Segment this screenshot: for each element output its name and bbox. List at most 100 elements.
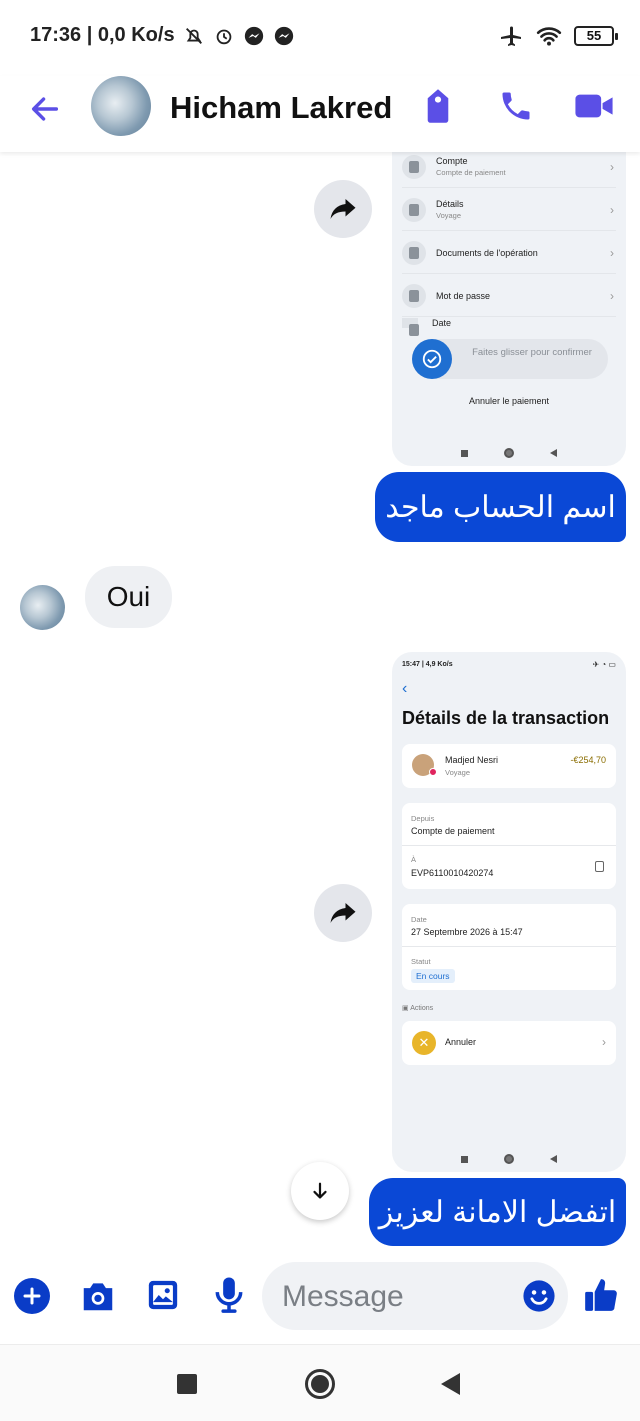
status-bar: 17:36 | 0,0 Ko/s 55 xyxy=(0,0,640,76)
gallery-icon[interactable] xyxy=(146,1278,180,1312)
shared-image-payment-confirm[interactable]: Compte Compte de paiement › Détails Voyage… xyxy=(392,120,626,466)
settings-list: Compte Compte de paiement › Détails Voyage… xyxy=(402,134,616,336)
copy-icon xyxy=(595,861,604,872)
square-icon xyxy=(461,449,468,457)
share-arrow-icon xyxy=(330,903,356,923)
square-icon xyxy=(461,1155,468,1163)
home-circle-icon xyxy=(504,448,514,458)
details-icon xyxy=(402,197,426,222)
chevron-right-icon: › xyxy=(610,203,614,217)
alarm-icon xyxy=(216,29,231,44)
system-navigation-bar xyxy=(0,1344,640,1421)
document-icon xyxy=(402,240,426,265)
composer-bar: Message xyxy=(0,1250,640,1344)
slide-text: Faites glisser pour confirmer xyxy=(472,347,592,358)
shared-image-transaction[interactable]: 15:47 | 4,9 Ko/s ✈ ◔ ▭ ‹ Détails de la t… xyxy=(392,652,626,1172)
row-title: Mot de passe xyxy=(436,290,491,301)
transaction-title: Détails de la transaction xyxy=(402,708,610,728)
mini-nav xyxy=(392,448,626,458)
chevron-right-icon: › xyxy=(610,246,614,260)
back-triangle-icon[interactable] xyxy=(441,1373,460,1395)
video-call-icon[interactable] xyxy=(574,90,614,122)
back-triangle-icon xyxy=(550,449,557,457)
chevron-right-icon: › xyxy=(610,160,614,174)
plus-button[interactable] xyxy=(14,1278,50,1314)
cancel-payment-link: Annuler le paiement xyxy=(468,396,550,406)
lock-icon xyxy=(402,283,426,308)
airplane-icon xyxy=(501,26,521,46)
accounts-card: Depuis Compte de paiement À EVP611001042… xyxy=(402,803,616,889)
scroll-down-button[interactable] xyxy=(291,1162,349,1220)
message-placeholder: Message xyxy=(282,1280,404,1313)
mini-nav xyxy=(392,1154,626,1164)
microphone-icon[interactable] xyxy=(214,1276,244,1314)
divider xyxy=(402,845,616,846)
row-title: Documents de l'opération xyxy=(436,247,538,258)
list-item: Compte Compte de paiement › xyxy=(402,146,616,188)
mini-status-icons: ✈ ◔ ▭ xyxy=(592,660,616,669)
back-arrow-icon[interactable] xyxy=(28,92,62,126)
badge-dot xyxy=(429,768,437,776)
transaction-amount: -€254,70 xyxy=(570,755,606,765)
from-value: Compte de paiement xyxy=(411,826,495,836)
camera-icon[interactable] xyxy=(79,1278,117,1314)
actions-label-text: Actions xyxy=(410,1005,434,1012)
row-subtitle: Voyage xyxy=(436,211,462,220)
row-title: Détails xyxy=(436,199,464,209)
thumbs-up-icon[interactable] xyxy=(582,1276,620,1314)
contact-name[interactable]: Hicham Lakred xyxy=(170,90,392,126)
sender-avatar[interactable] xyxy=(20,585,65,630)
chevron-right-icon: › xyxy=(602,1035,606,1049)
divider xyxy=(402,946,616,947)
home-dot xyxy=(311,1375,329,1393)
mute-bell-icon xyxy=(185,27,202,44)
recipient-sub: Voyage xyxy=(445,768,471,777)
row-title: Compte xyxy=(436,156,468,166)
forward-button[interactable] xyxy=(314,180,372,238)
share-arrow-icon xyxy=(330,199,356,219)
check-circle-icon xyxy=(412,339,452,379)
to-label: À xyxy=(411,855,417,864)
battery-indicator: 55 xyxy=(574,26,618,46)
slide-to-confirm: Faites glisser pour confirmer xyxy=(412,339,608,379)
list-item: Mot de passe › xyxy=(402,275,616,317)
arrow-down-icon xyxy=(313,1182,327,1199)
date-label: Date xyxy=(411,915,427,924)
message-input[interactable]: Message xyxy=(262,1262,568,1330)
status-time: 17:36 | 0,0 Ko/s xyxy=(30,24,175,46)
status-right: 55 xyxy=(498,24,618,48)
cancel-label: Annuler xyxy=(445,1037,477,1047)
actions-label: ▣ Actions xyxy=(402,1005,434,1012)
recents-square-icon[interactable] xyxy=(177,1374,197,1394)
date-status-card: Date 27 Septembre 2026 à 15:47 Statut En… xyxy=(402,904,616,990)
recipient-name: Madjed Nesri xyxy=(445,755,499,765)
status-label: Statut xyxy=(411,957,431,966)
list-item: Date xyxy=(402,318,616,336)
status-badge: En cours xyxy=(411,969,455,983)
back-chevron-icon: ‹ xyxy=(402,680,408,697)
outgoing-message-2[interactable]: اتفضل الامانة لعزيز xyxy=(369,1178,626,1246)
recipient-card: Madjed Nesri Voyage -€254,70 xyxy=(402,744,616,788)
contact-avatar[interactable] xyxy=(91,76,151,136)
bank-icon xyxy=(402,154,426,179)
back-triangle-icon xyxy=(550,1155,557,1163)
row-title: Date xyxy=(432,318,452,328)
chat-header: Hicham Lakred xyxy=(0,76,640,152)
home-circle-icon[interactable] xyxy=(305,1369,335,1399)
close-circle-icon: ✕ xyxy=(412,1031,436,1055)
plus-icon xyxy=(23,1287,41,1305)
calendar-icon xyxy=(402,318,419,336)
from-label: Depuis xyxy=(411,814,435,823)
emoji-icon[interactable] xyxy=(522,1279,556,1313)
phone-call-icon[interactable] xyxy=(498,88,534,124)
tag-icon[interactable] xyxy=(422,88,454,124)
status-left: 17:36 | 0,0 Ko/s xyxy=(30,24,295,47)
messenger-icon-2 xyxy=(274,26,293,45)
mini-status: 15:47 | 4,9 Ko/s xyxy=(402,661,453,668)
outgoing-message[interactable]: اسم الحساب ماجد xyxy=(375,472,626,542)
cancel-action-card: ✕ Annuler › xyxy=(402,1021,616,1065)
incoming-message[interactable]: Oui xyxy=(85,566,172,628)
forward-button-2[interactable] xyxy=(314,884,372,942)
wifi-icon xyxy=(536,27,562,46)
list-item: Détails Voyage › xyxy=(402,189,616,231)
